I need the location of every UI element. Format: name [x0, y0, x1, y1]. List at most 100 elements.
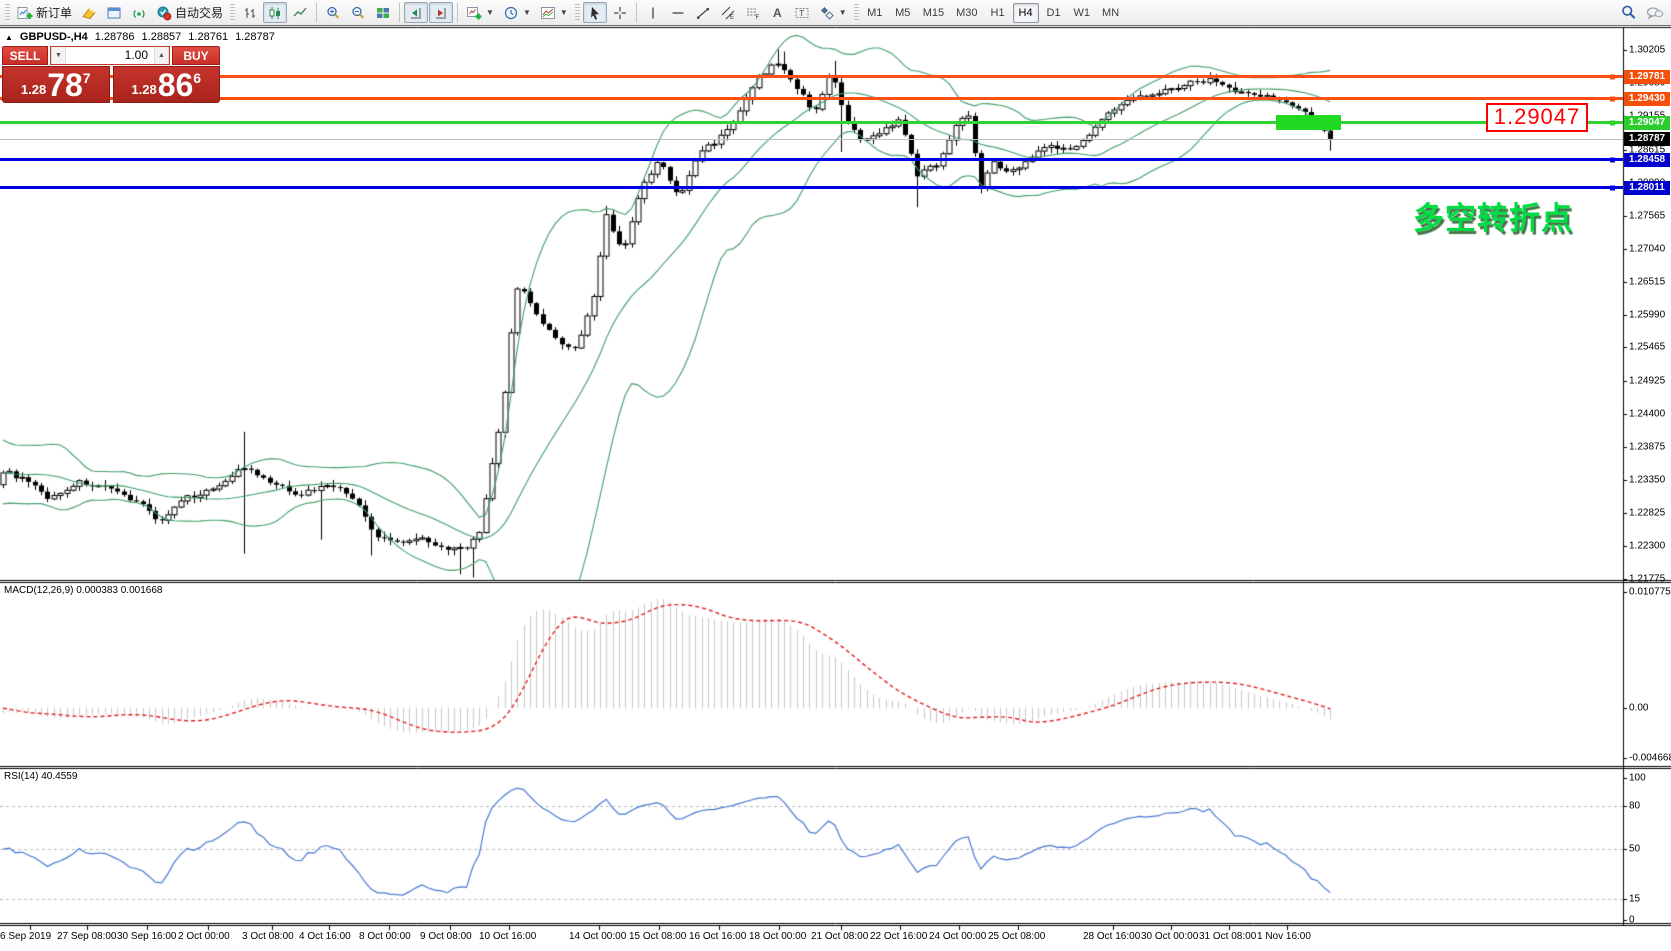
svg-text:F: F — [755, 15, 759, 21]
vertical-line-button[interactable] — [641, 2, 665, 23]
one-click-trading-panel: SELL ▼ 1.00 ▲ BUY 1.28 78 7 1.28 86 6 — [2, 46, 220, 103]
timeframe-button-m15[interactable]: M15 — [918, 3, 949, 23]
cursor-button[interactable] — [583, 2, 607, 23]
macd-axis-label: 0.00 — [1629, 703, 1648, 714]
bar-chart-icon — [242, 5, 258, 21]
price-tag-1.29047: 1.29047 — [1624, 116, 1670, 130]
horizontal-line-button[interactable] — [666, 2, 690, 23]
time-axis-label: 18 Oct 00:00 — [749, 931, 806, 942]
horizontal-line-1.28011[interactable] — [0, 186, 1623, 189]
line-handle[interactable] — [1610, 120, 1615, 125]
current-price-tag: 1.28787 — [1624, 132, 1670, 146]
time-axis-label: 24 Oct 00:00 — [929, 931, 986, 942]
volume-input[interactable]: 1.00 — [66, 47, 154, 64]
buy-button[interactable]: BUY — [172, 46, 220, 65]
line-handle[interactable] — [1610, 185, 1615, 190]
auto-scroll-icon — [433, 5, 449, 21]
chart-annotation-text[interactable]: 多空转折点 — [1413, 193, 1573, 238]
buy-price-tile[interactable]: 1.28 86 6 — [113, 66, 221, 103]
main-toolbar: 新订单 自动交易 — [0, 0, 1671, 26]
crosshair-button[interactable] — [608, 2, 632, 23]
horizontal-line-1.29430[interactable] — [0, 97, 1623, 100]
time-axis-label: 27 Sep 08:00 — [57, 931, 117, 942]
sell-button[interactable]: SELL — [2, 46, 48, 65]
text-label-icon: T — [794, 5, 810, 21]
vertical-line-icon — [645, 5, 661, 21]
price-axis-tick: 1.22825 — [1629, 508, 1665, 519]
line-handle[interactable] — [1610, 157, 1615, 162]
sell-price-tile[interactable]: 1.28 78 7 — [2, 66, 110, 103]
time-axis-label: 14 Oct 00:00 — [569, 931, 626, 942]
zoom-in-button[interactable] — [321, 2, 345, 23]
chart-shift-button[interactable] — [404, 2, 428, 23]
history-center-button[interactable] — [77, 2, 101, 23]
chart-line-button[interactable] — [288, 2, 312, 23]
volume-increase-button[interactable]: ▲ — [154, 47, 169, 64]
dropdown-caret: ▼ — [523, 8, 531, 17]
text-label-button[interactable]: T — [790, 2, 814, 23]
chart-candles-button[interactable] — [263, 2, 287, 23]
time-axis-label: 10 Oct 16:00 — [479, 931, 536, 942]
horizontal-line-1.29047[interactable] — [0, 121, 1623, 124]
timeframe-button-h1[interactable]: H1 — [985, 3, 1011, 23]
buy-price-pip: 6 — [193, 70, 201, 86]
new-order-button[interactable]: 新订单 — [13, 2, 76, 23]
timeframe-button-m5[interactable]: M5 — [890, 3, 916, 23]
cursor-icon — [587, 5, 603, 21]
price-axis-tick: 1.27040 — [1629, 243, 1665, 254]
new-chart-button[interactable]: ▼ — [462, 2, 498, 23]
chart-canvas[interactable] — [0, 0, 1671, 951]
autotrade-button[interactable]: 自动交易 — [152, 2, 227, 23]
volume-decrease-button[interactable]: ▼ — [51, 47, 66, 64]
tile-windows-icon — [375, 5, 391, 21]
chat-button[interactable] — [1642, 2, 1668, 23]
channel-button[interactable]: E — [716, 2, 740, 23]
chat-icon — [1646, 5, 1664, 21]
timeframe-button-m30[interactable]: M30 — [951, 3, 982, 23]
ohlc-low: 1.28761 — [188, 31, 228, 43]
horizontal-line-1.29781[interactable] — [0, 75, 1623, 78]
line-handle[interactable] — [1610, 74, 1615, 79]
ohlc-high: 1.28857 — [142, 31, 182, 43]
line-handle[interactable] — [1610, 96, 1615, 101]
rsi-axis-label: 15 — [1629, 893, 1640, 904]
highlight-rectangle[interactable] — [1276, 115, 1341, 130]
timeframe-button-mn[interactable]: MN — [1097, 3, 1124, 23]
price-axis-tick: 1.23875 — [1629, 442, 1665, 453]
auto-scroll-button[interactable] — [429, 2, 453, 23]
price-callout-box[interactable]: 1.29047 — [1486, 103, 1588, 132]
search-button[interactable] — [1616, 2, 1641, 23]
tile-windows-button[interactable] — [371, 2, 395, 23]
timeframe-group: M1M5M15M30H1H4D1W1MN — [862, 3, 1124, 23]
timeframe-button-m1[interactable]: M1 — [862, 3, 888, 23]
periods-button[interactable]: ▼ — [499, 2, 535, 23]
horizontal-line-icon — [670, 5, 686, 21]
trendline-button[interactable] — [691, 2, 715, 23]
shapes-icon — [819, 5, 835, 21]
price-axis-tick: 1.25990 — [1629, 309, 1665, 320]
time-axis-label: 30 Oct 00:00 — [1141, 931, 1198, 942]
rsi-axis-label: 100 — [1629, 773, 1646, 784]
signal-icon — [131, 5, 147, 21]
chart-header: ▲ GBPUSD-,H4 1.28786 1.28857 1.28761 1.2… — [5, 31, 275, 43]
signals-button[interactable] — [127, 2, 151, 23]
templates-button[interactable]: ▼ — [536, 2, 572, 23]
sell-price-prefix: 1.28 — [21, 82, 46, 97]
shapes-button[interactable]: ▼ — [815, 2, 851, 23]
sell-price-pip: 7 — [83, 70, 91, 86]
fibonacci-button[interactable]: F — [741, 2, 765, 23]
zoom-out-button[interactable] — [346, 2, 370, 23]
timeframe-button-h4[interactable]: H4 — [1013, 3, 1039, 23]
channel-icon: E — [720, 5, 736, 21]
terminal-button[interactable] — [102, 2, 126, 23]
text-button[interactable]: A — [766, 2, 789, 23]
time-axis-label: 28 Oct 16:00 — [1083, 931, 1140, 942]
symbol-period-label: GBPUSD-,H4 — [20, 31, 88, 43]
timeframe-button-w1[interactable]: W1 — [1069, 3, 1096, 23]
new-chart-icon — [466, 5, 482, 21]
timeframe-button-d1[interactable]: D1 — [1041, 3, 1067, 23]
price-axis-tick: 1.26515 — [1629, 276, 1665, 287]
horizontal-line-1.28458[interactable] — [0, 158, 1623, 161]
rsi-axis-label: 50 — [1629, 844, 1640, 855]
chart-bars-button[interactable] — [238, 2, 262, 23]
